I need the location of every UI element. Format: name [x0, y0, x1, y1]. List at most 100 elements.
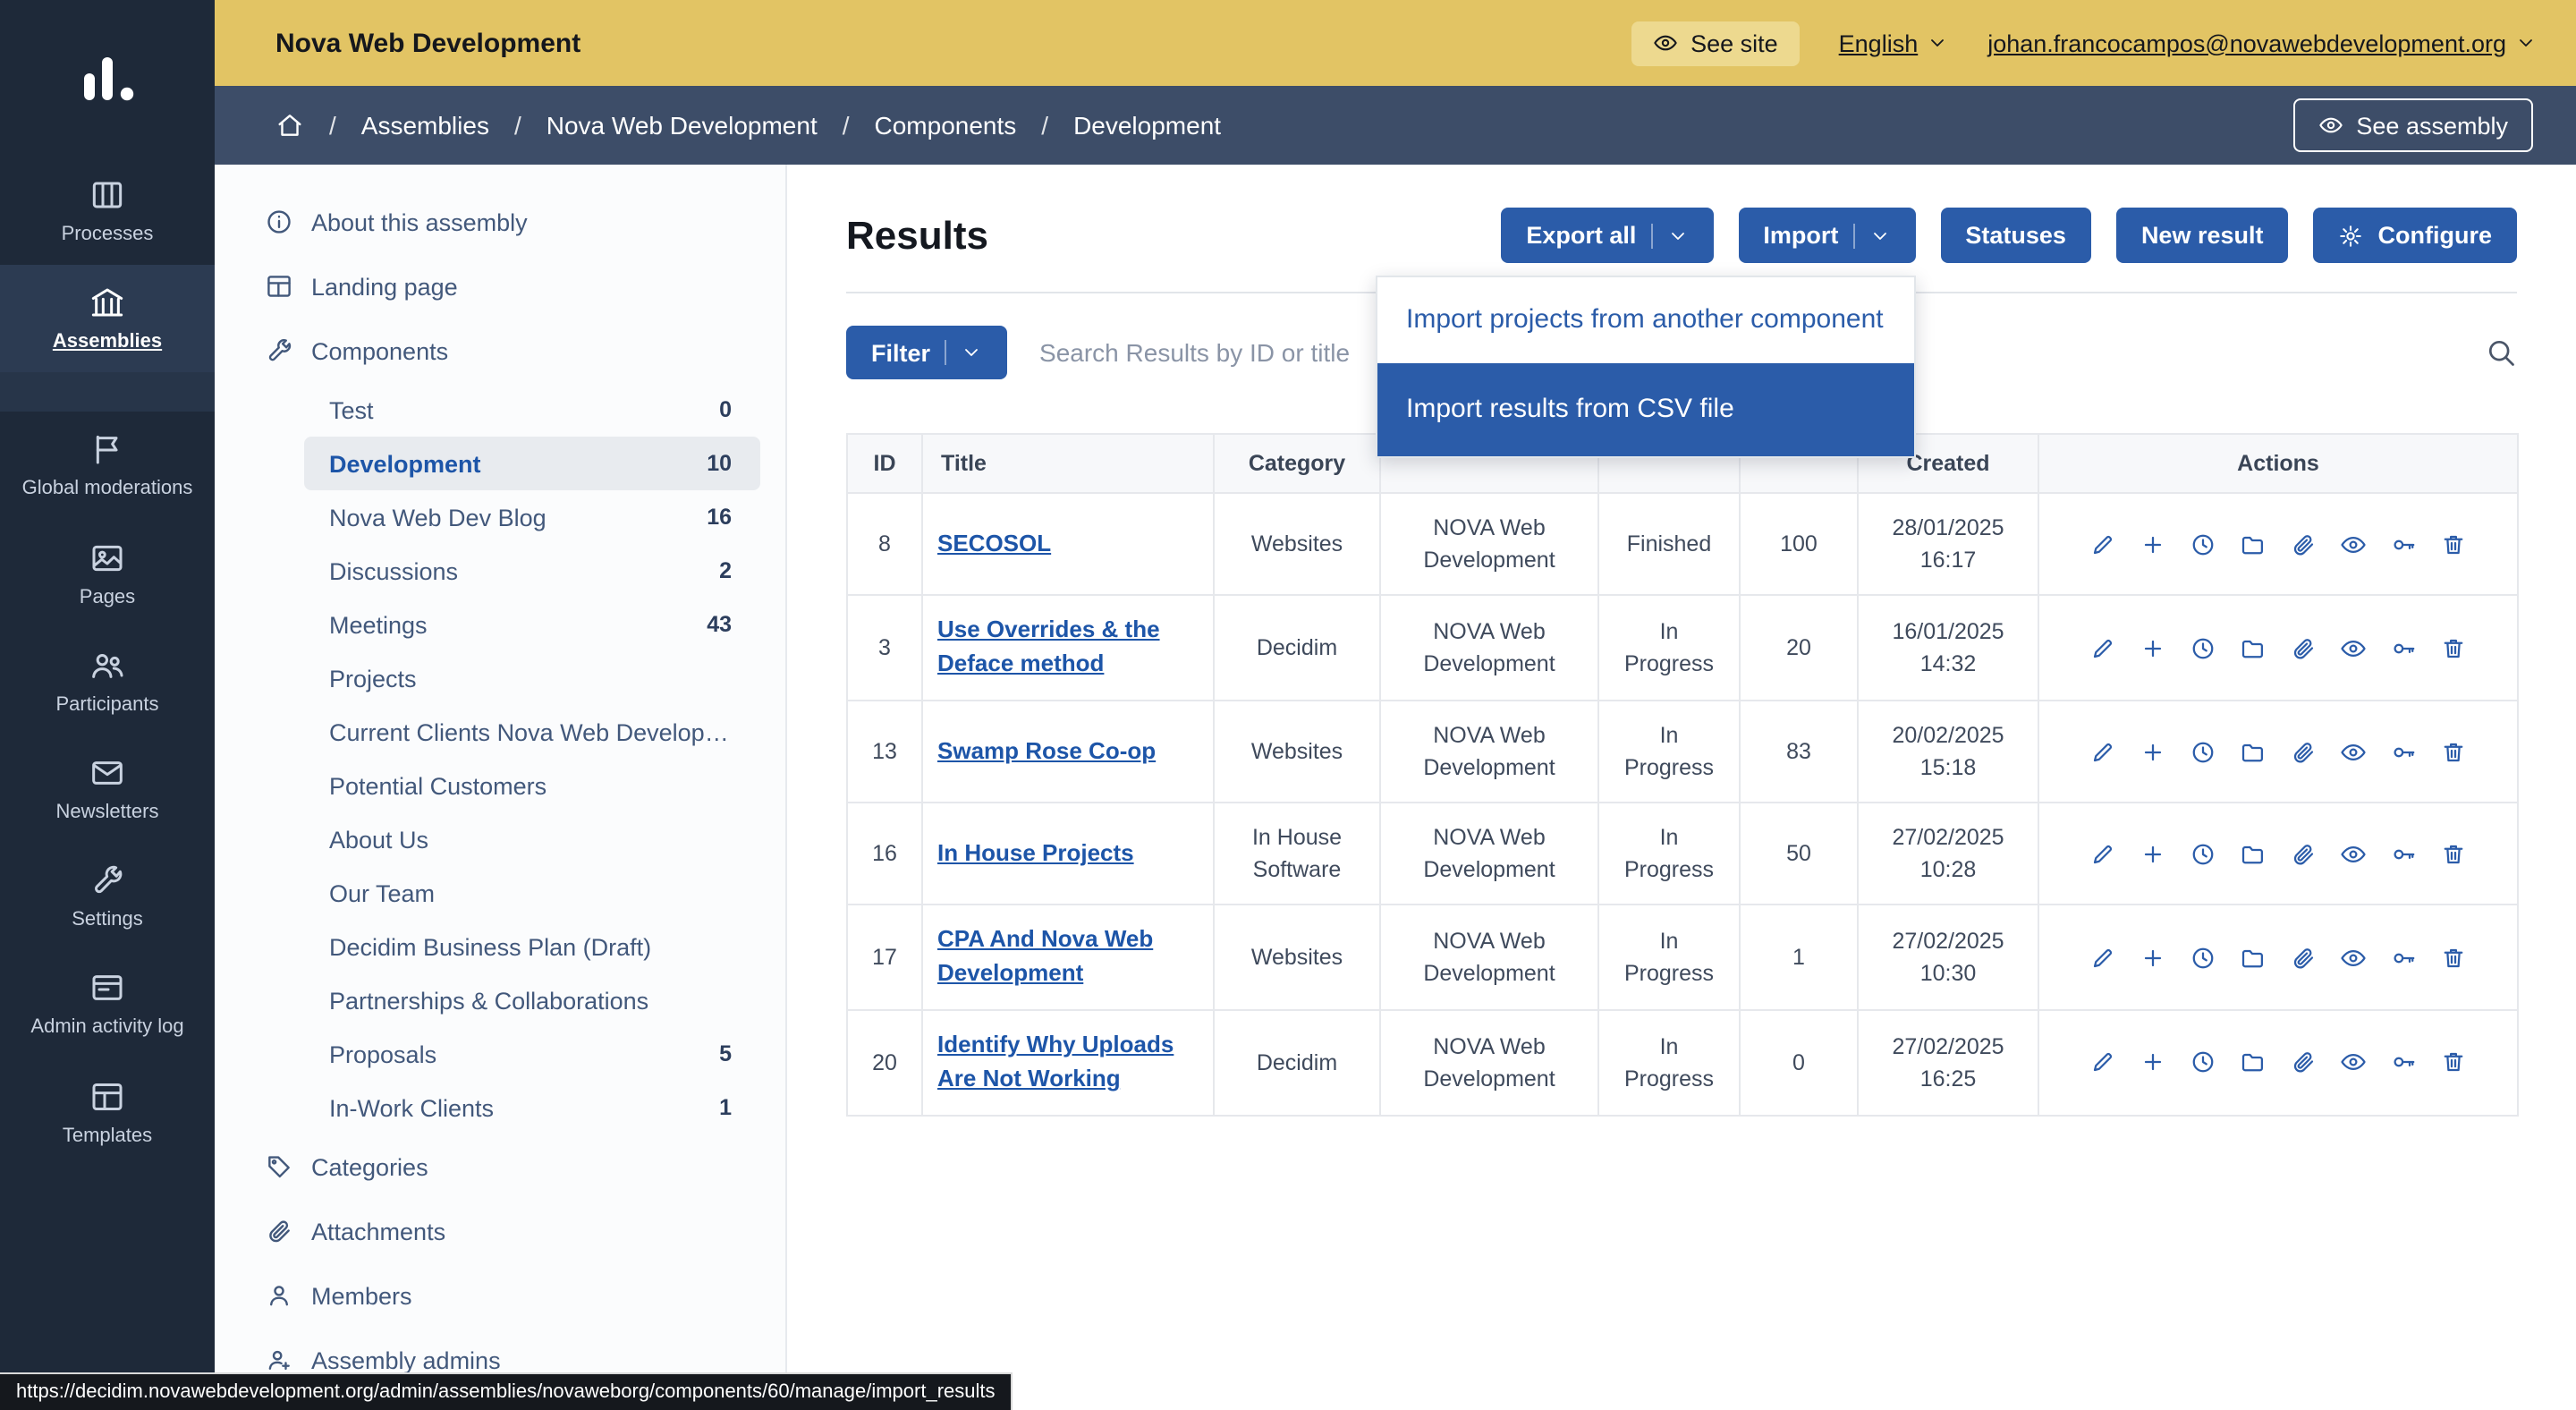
folder-action-icon[interactable] [2240, 531, 2267, 557]
breadcrumb-item-development[interactable]: Development [1073, 111, 1221, 140]
sidebar-item-admin-activity-log[interactable]: Admin activity log [0, 951, 215, 1058]
history-action-icon[interactable] [2190, 945, 2216, 972]
sidebar-item-newsletters[interactable]: Newsletters [0, 735, 215, 843]
breadcrumb-item-nova-web-development[interactable]: Nova Web Development [547, 111, 818, 140]
result-title-link[interactable]: SECOSOL [937, 529, 1051, 556]
sidebar-item-participants[interactable]: Participants [0, 628, 215, 735]
result-title-link[interactable]: Use Overrides & the Deface method [937, 616, 1160, 677]
add-action-icon[interactable] [2140, 1049, 2166, 1076]
subnav-item-landing-page[interactable]: Landing page [215, 254, 785, 319]
decidim-logo[interactable] [0, 0, 215, 157]
subnav-item-test[interactable]: Test0 [304, 383, 760, 437]
folder-action-icon[interactable] [2240, 1049, 2267, 1076]
sidebar-item-processes[interactable]: Processes [0, 157, 215, 265]
edit-action-icon[interactable] [2089, 531, 2116, 557]
edit-action-icon[interactable] [2089, 841, 2116, 868]
delete-action-icon[interactable] [2440, 531, 2467, 557]
add-action-icon[interactable] [2140, 634, 2166, 661]
result-title-link[interactable]: CPA And Nova Web Development [937, 926, 1153, 987]
permissions-action-icon[interactable] [2390, 1049, 2417, 1076]
permissions-action-icon[interactable] [2390, 531, 2417, 557]
history-action-icon[interactable] [2190, 1049, 2216, 1076]
history-action-icon[interactable] [2190, 531, 2216, 557]
sidebar-item-assemblies[interactable]: Assemblies [0, 265, 215, 372]
add-action-icon[interactable] [2140, 945, 2166, 972]
import-menu-item-import-results-from-csv-file[interactable]: Import results from CSV file [1377, 363, 1914, 456]
folder-action-icon[interactable] [2240, 841, 2267, 868]
delete-action-icon[interactable] [2440, 945, 2467, 972]
preview-action-icon[interactable] [2340, 1049, 2367, 1076]
export-all-button[interactable]: Export all [1501, 208, 1713, 263]
attachments-action-icon[interactable] [2290, 841, 2317, 868]
subnav-item-attachments[interactable]: Attachments [215, 1199, 785, 1263]
attachments-action-icon[interactable] [2290, 738, 2317, 765]
home-icon[interactable] [275, 111, 304, 140]
sidebar-item-pages[interactable]: Pages [0, 520, 215, 627]
configure-button[interactable]: Configure [2314, 208, 2518, 263]
sidebar-item-global-moderations[interactable]: Global moderations [0, 412, 215, 520]
subnav-item-meetings[interactable]: Meetings43 [304, 598, 760, 651]
edit-action-icon[interactable] [2089, 945, 2116, 972]
add-action-icon[interactable] [2140, 531, 2166, 557]
subnav-item-potential-customers[interactable]: Potential Customers [304, 759, 760, 812]
folder-action-icon[interactable] [2240, 945, 2267, 972]
import-menu-item-import-projects-from-another-component[interactable]: Import projects from another component [1377, 277, 1914, 363]
history-action-icon[interactable] [2190, 738, 2216, 765]
permissions-action-icon[interactable] [2390, 841, 2417, 868]
delete-action-icon[interactable] [2440, 841, 2467, 868]
subnav-item-decidim-business-plan-draft[interactable]: Decidim Business Plan (Draft) [304, 920, 760, 973]
preview-action-icon[interactable] [2340, 531, 2367, 557]
result-title-link[interactable]: Identify Why Uploads Are Not Working [937, 1031, 1174, 1091]
add-action-icon[interactable] [2140, 841, 2166, 868]
import-button[interactable]: Import [1738, 208, 1915, 263]
subnav-item-components[interactable]: Components [215, 319, 785, 383]
delete-action-icon[interactable] [2440, 634, 2467, 661]
subnav-item-current-clients-nova-web-development[interactable]: Current Clients Nova Web Development [304, 705, 760, 759]
subnav-item-proposals[interactable]: Proposals5 [304, 1027, 760, 1081]
permissions-action-icon[interactable] [2390, 634, 2417, 661]
subnav-item-categories[interactable]: Categories [215, 1134, 785, 1199]
edit-action-icon[interactable] [2089, 1049, 2116, 1076]
subnav-item-partnerships-collaborations[interactable]: Partnerships & Collaborations [304, 973, 760, 1027]
subnav-item-development[interactable]: Development10 [304, 437, 760, 490]
see-assembly-button[interactable]: See assembly [2293, 98, 2533, 152]
edit-action-icon[interactable] [2089, 634, 2116, 661]
history-action-icon[interactable] [2190, 634, 2216, 661]
sidebar-item-templates[interactable]: Templates [0, 1058, 215, 1166]
delete-action-icon[interactable] [2440, 738, 2467, 765]
permissions-action-icon[interactable] [2390, 945, 2417, 972]
attachments-action-icon[interactable] [2290, 531, 2317, 557]
sidebar-item-settings[interactable]: Settings [0, 843, 215, 950]
preview-action-icon[interactable] [2340, 841, 2367, 868]
filter-button[interactable]: Filter [846, 326, 1007, 379]
search-icon[interactable] [2485, 336, 2517, 369]
delete-action-icon[interactable] [2440, 1049, 2467, 1076]
preview-action-icon[interactable] [2340, 945, 2367, 972]
subnav-item-about-us[interactable]: About Us [304, 812, 760, 866]
folder-action-icon[interactable] [2240, 634, 2267, 661]
subnav-item-nova-web-dev-blog[interactable]: Nova Web Dev Blog16 [304, 490, 760, 544]
result-title-link[interactable]: Swamp Rose Co-op [937, 736, 1156, 763]
preview-action-icon[interactable] [2340, 738, 2367, 765]
subnav-item-our-team[interactable]: Our Team [304, 866, 760, 920]
add-action-icon[interactable] [2140, 738, 2166, 765]
subnav-item-in-work-clients[interactable]: In-Work Clients1 [304, 1081, 760, 1134]
subnav-item-projects[interactable]: Projects [304, 651, 760, 705]
history-action-icon[interactable] [2190, 841, 2216, 868]
subnav-item-discussions[interactable]: Discussions2 [304, 544, 760, 598]
language-selector[interactable]: English [1839, 30, 1949, 56]
breadcrumb-item-components[interactable]: Components [875, 111, 1017, 140]
result-title-link[interactable]: In House Projects [937, 839, 1134, 866]
preview-action-icon[interactable] [2340, 634, 2367, 661]
see-site-link[interactable]: See site [1631, 21, 1800, 65]
edit-action-icon[interactable] [2089, 738, 2116, 765]
folder-action-icon[interactable] [2240, 738, 2267, 765]
attachments-action-icon[interactable] [2290, 1049, 2317, 1076]
user-menu[interactable]: johan.francocampos@novawebdevelopment.or… [1987, 30, 2537, 56]
subnav-item-members[interactable]: Members [215, 1263, 785, 1328]
permissions-action-icon[interactable] [2390, 738, 2417, 765]
statuses-button[interactable]: Statuses [1940, 208, 2091, 263]
attachments-action-icon[interactable] [2290, 945, 2317, 972]
new-result-button[interactable]: New result [2116, 208, 2289, 263]
attachments-action-icon[interactable] [2290, 634, 2317, 661]
